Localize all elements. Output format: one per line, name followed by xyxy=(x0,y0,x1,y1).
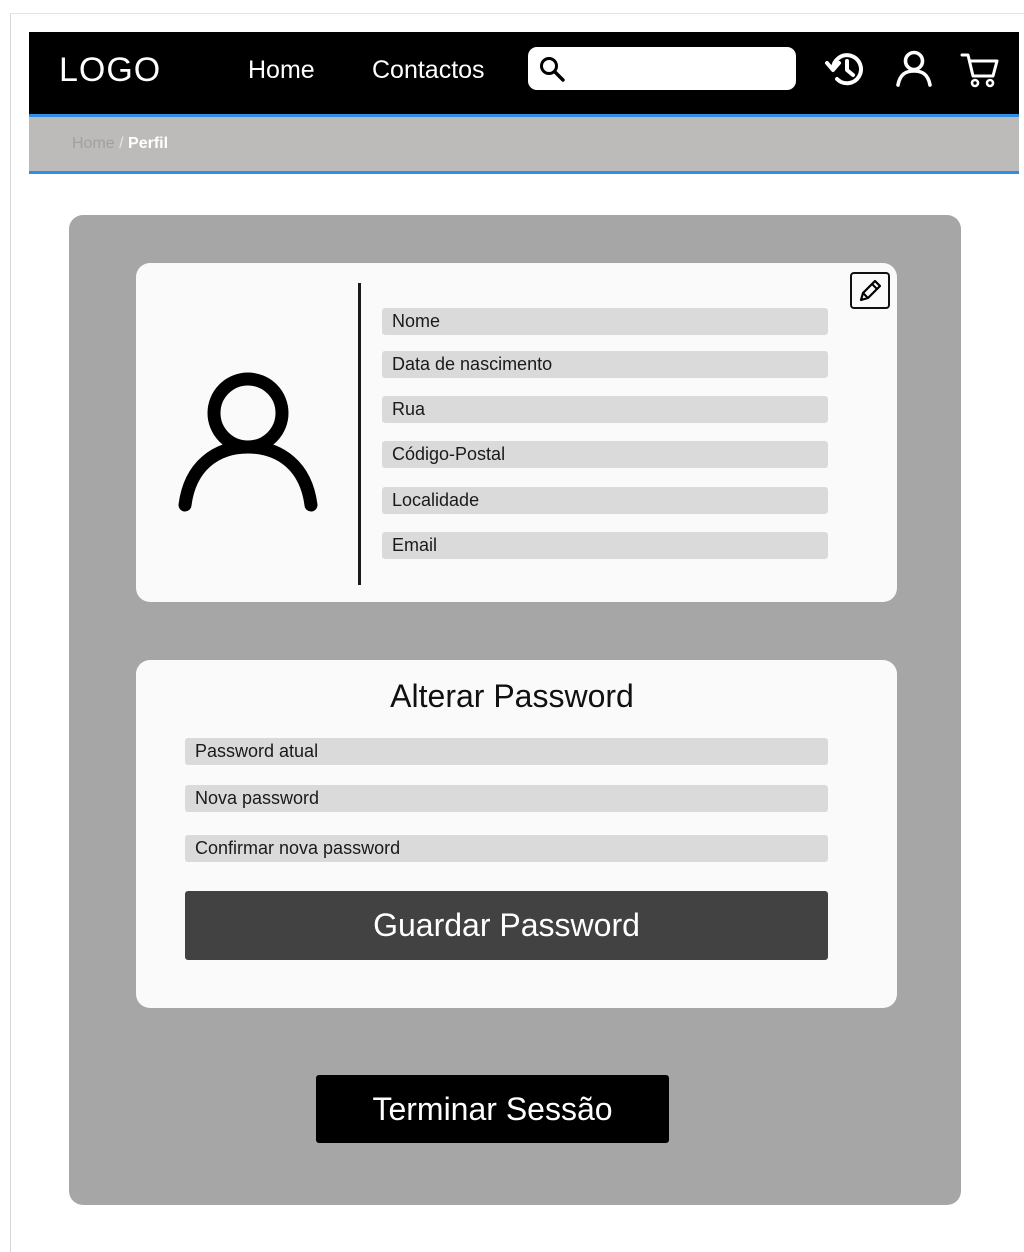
vertical-divider xyxy=(358,283,361,585)
profile-card: Nome Data de nascimento Rua Código-Posta… xyxy=(136,263,897,602)
search-box xyxy=(528,47,796,90)
logout-button[interactable]: Terminar Sessão xyxy=(316,1075,669,1143)
current-password-field[interactable]: Password atual xyxy=(185,738,828,765)
search-input[interactable] xyxy=(572,53,790,85)
breadcrumb: Home / Perfil xyxy=(72,135,168,153)
profile-panel: Nome Data de nascimento Rua Código-Posta… xyxy=(69,215,961,1205)
field-rua[interactable]: Rua xyxy=(382,396,828,423)
save-password-button[interactable]: Guardar Password xyxy=(185,891,828,960)
confirm-password-field[interactable]: Confirmar nova password xyxy=(185,835,828,862)
field-data-nascimento[interactable]: Data de nascimento xyxy=(382,351,828,378)
history-icon[interactable] xyxy=(824,48,866,95)
nav-link-home[interactable]: Home xyxy=(248,56,315,85)
cart-icon[interactable] xyxy=(959,48,1001,95)
field-nome[interactable]: Nome xyxy=(382,308,828,335)
edit-profile-button[interactable] xyxy=(850,272,890,309)
field-email[interactable]: Email xyxy=(382,532,828,559)
field-localidade[interactable]: Localidade xyxy=(382,487,828,514)
frame-top-border xyxy=(10,13,1024,14)
breadcrumb-current: Perfil xyxy=(128,135,169,152)
breadcrumb-separator: / xyxy=(119,135,124,152)
new-password-field[interactable]: Nova password xyxy=(185,785,828,812)
navbar: LOGO Home Contactos xyxy=(29,32,1019,117)
field-codigo-postal[interactable]: Código-Postal xyxy=(382,441,828,468)
logo[interactable]: LOGO xyxy=(59,51,161,90)
user-icon[interactable] xyxy=(893,48,935,95)
avatar-user-icon xyxy=(176,363,320,518)
pencil-icon xyxy=(859,279,882,302)
breadcrumb-home-link[interactable]: Home xyxy=(72,135,115,152)
nav-link-contactos[interactable]: Contactos xyxy=(372,56,485,85)
password-section-title: Alterar Password xyxy=(390,678,634,714)
password-card: Alterar Password Password atual Nova pas… xyxy=(136,660,897,1008)
search-icon xyxy=(540,57,565,82)
frame-left-border xyxy=(10,14,11,1252)
breadcrumb-bar: Home / Perfil xyxy=(29,117,1019,174)
